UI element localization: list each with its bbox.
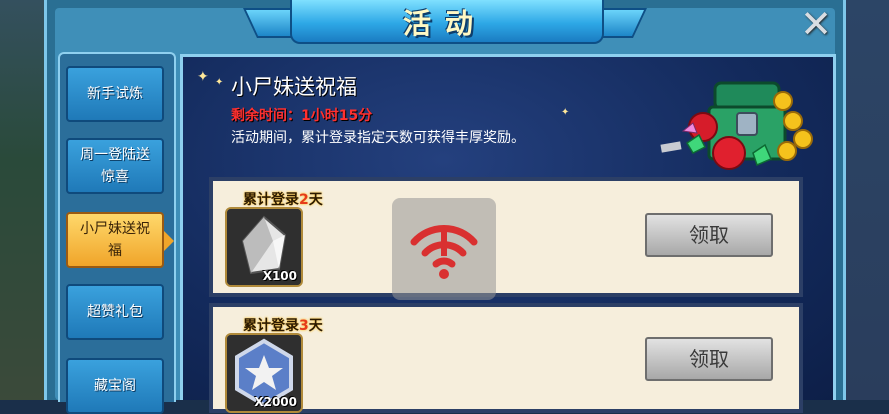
window-title: 活动 [402,7,487,40]
activity-panel: ✦ ✦ ✦ 小尸妹送祝福 剩余时间：1小时15分 活动期间，累计登录指定天数可获… [180,54,836,413]
sidebar-item-treasure[interactable]: 藏宝阁 [66,358,164,414]
title-banner: 活动 [243,0,647,46]
sidebar-item-super-pack[interactable]: 超赞礼包 [66,284,164,340]
reward-condition: 累计登录2天 [243,189,323,209]
reward-label-prefix: 累计登录 [243,318,299,334]
reward-card: 累计登录2天 X100 领取 [209,177,803,297]
sidebar-item-blessing[interactable]: 小尸妹送祝福 [66,212,174,268]
sidebar-item-newbie-trial[interactable]: 新手试炼 [66,66,164,122]
activity-description: 活动期间，累计登录指定天数可获得丰厚奖励。 [231,130,525,146]
reward-days: 3 [299,318,309,334]
remaining-value: 1小时15分 [301,108,373,124]
reward-days: 2 [299,192,309,208]
treasure-chest-icon [660,81,813,170]
reward-item-slot[interactable]: X100 [225,207,303,287]
close-icon: ✕ [800,2,832,46]
reward-quantity: X2000 [254,395,297,409]
sidebar-item-label: 藏宝阁 [94,378,136,394]
network-status-overlay [392,198,496,300]
sparkle-icon: ✦ [215,77,224,88]
sidebar-item-monday-login[interactable]: 周一登陆送惊喜 [66,138,164,194]
reward-condition: 累计登录3天 [243,315,323,335]
reward-item-slot[interactable]: X2000 [225,333,303,413]
remaining-label: 剩余时间： [231,108,301,124]
sparkle-icon: ✦ [561,107,570,118]
activity-title: 小尸妹送祝福 [231,75,357,99]
no-network-icon [410,225,478,279]
sidebar-item-label: 新手试炼 [87,86,143,102]
claim-button[interactable]: 领取 [645,337,773,381]
reward-label-suffix: 天 [308,192,323,208]
sidebar-item-label: 超赞礼包 [87,304,143,320]
activity-sidebar: 新手试炼 周一登陆送惊喜 小尸妹送祝福 超赞礼包 藏宝阁 [58,52,176,414]
sidebar-item-label: 小尸妹送祝福 [80,221,150,259]
claim-button[interactable]: 领取 [645,213,773,257]
reward-label-prefix: 累计登录 [243,192,299,208]
reward-quantity: X100 [262,269,297,283]
sidebar-item-label: 周一登陆送惊喜 [80,147,150,185]
remaining-time: 剩余时间：1小时15分 [231,105,372,125]
reward-card: 累计登录3天 X2000 领取 [209,303,803,413]
sparkle-icon: ✦ [197,69,209,85]
reward-label-suffix: 天 [308,318,323,334]
close-button[interactable]: ✕ [798,5,834,43]
